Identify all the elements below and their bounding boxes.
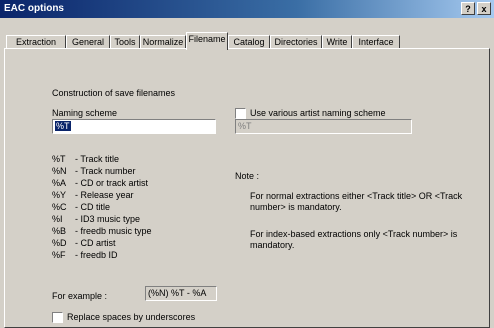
code-desc: - freedb ID	[75, 250, 118, 260]
various-artist-checkbox[interactable]	[235, 108, 246, 119]
naming-scheme-label: Naming scheme	[52, 108, 118, 118]
tab-directories[interactable]: Directories	[270, 35, 322, 49]
tab-normalize[interactable]: Normalize	[140, 35, 186, 49]
example-field: (%N) %T - %A	[145, 286, 217, 301]
note2-line2: mandatory.	[250, 240, 295, 250]
section-title: Construction of save filenames	[52, 88, 176, 98]
note1-line1: For normal extractions either <Track tit…	[250, 191, 463, 201]
tab-tools[interactable]: Tools	[110, 35, 140, 49]
code-key: %Y	[52, 190, 67, 200]
tab-filename[interactable]: Filename	[186, 32, 228, 50]
tab-interface[interactable]: Interface	[352, 35, 400, 49]
help-button[interactable]: ?	[461, 2, 475, 15]
code-desc: - freedb music type	[75, 226, 152, 236]
tab-extraction[interactable]: Extraction	[6, 35, 66, 49]
code-key: %I	[52, 214, 63, 224]
close-button[interactable]: x	[477, 2, 491, 15]
code-desc: - Release year	[75, 190, 134, 200]
tab-catalog[interactable]: Catalog	[228, 35, 270, 49]
code-desc: - CD artist	[75, 238, 116, 248]
code-key: %B	[52, 226, 67, 236]
code-key: %D	[52, 238, 67, 248]
naming-scheme-value: %T	[55, 121, 71, 131]
code-key: %A	[52, 178, 67, 188]
code-desc: - ID3 music type	[75, 214, 141, 224]
code-key: %T	[52, 154, 66, 164]
tab-strip: Extraction General Tools Normalize Filen…	[0, 32, 494, 50]
various-artist-label: Use various artist naming scheme	[250, 108, 386, 118]
code-key: %N	[52, 166, 67, 176]
note2-line1: For index-based extractions only <Track …	[250, 229, 458, 239]
replace-spaces-label: Replace spaces by underscores	[67, 312, 196, 322]
replace-spaces-checkbox[interactable]	[52, 312, 63, 323]
title-bar: EAC options ? x	[0, 0, 494, 18]
window-title: EAC options	[4, 3, 64, 14]
code-desc: - CD or track artist	[75, 178, 149, 188]
code-key: %F	[52, 250, 66, 260]
note1-line2: number> is mandatory.	[250, 202, 342, 212]
code-desc: - Track title	[75, 154, 120, 164]
tab-general[interactable]: General	[66, 35, 110, 49]
code-desc: - Track number	[75, 166, 136, 176]
note-label: Note :	[235, 171, 260, 181]
example-label: For example :	[52, 291, 108, 301]
tab-write[interactable]: Write	[322, 35, 352, 49]
code-desc: - CD title	[75, 202, 111, 212]
code-key: %C	[52, 202, 67, 212]
naming-scheme-input[interactable]: %T	[52, 119, 216, 134]
various-artist-input[interactable]: %T	[235, 119, 412, 134]
